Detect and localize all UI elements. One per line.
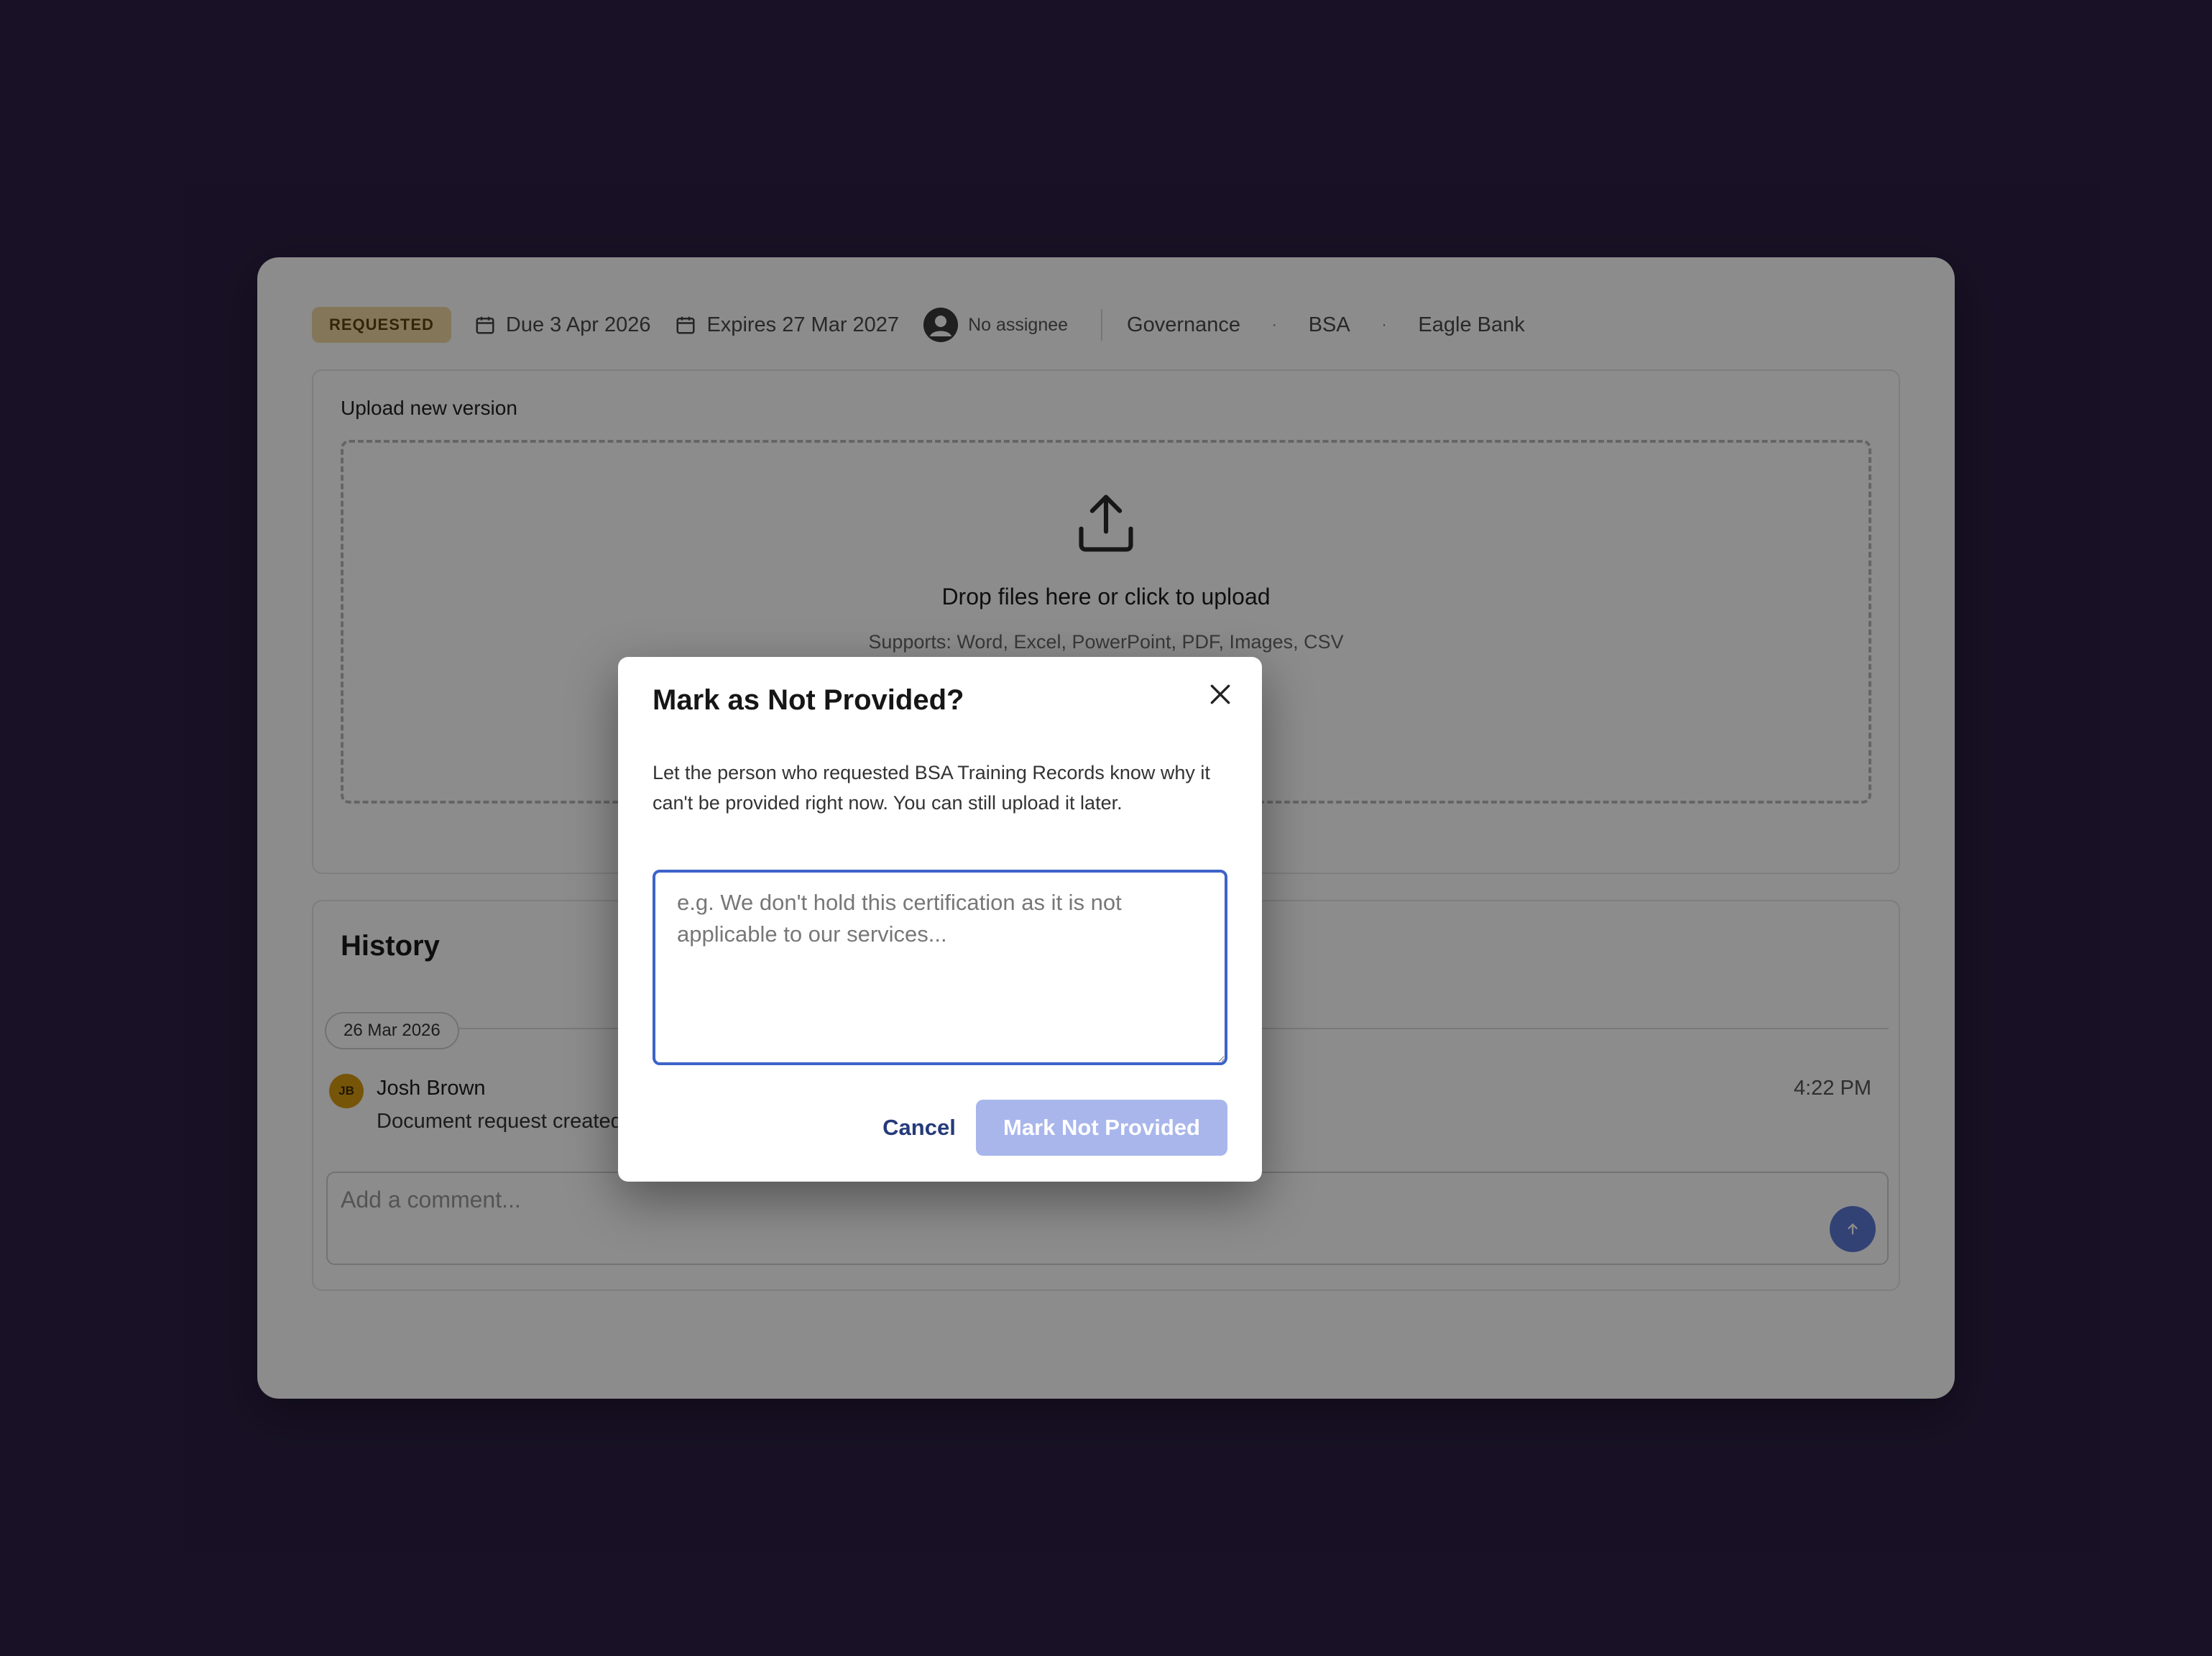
mark-not-provided-button[interactable]: Mark Not Provided (976, 1100, 1227, 1156)
dialog-description: Let the person who requested BSA Trainin… (653, 762, 1210, 814)
close-icon[interactable] (1206, 680, 1235, 709)
dialog-title: Mark as Not Provided? (653, 684, 964, 716)
reason-textarea[interactable] (653, 870, 1227, 1065)
not-provided-dialog: Mark as Not Provided? Let the person who… (618, 657, 1262, 1182)
cancel-button[interactable]: Cancel (844, 1100, 995, 1156)
